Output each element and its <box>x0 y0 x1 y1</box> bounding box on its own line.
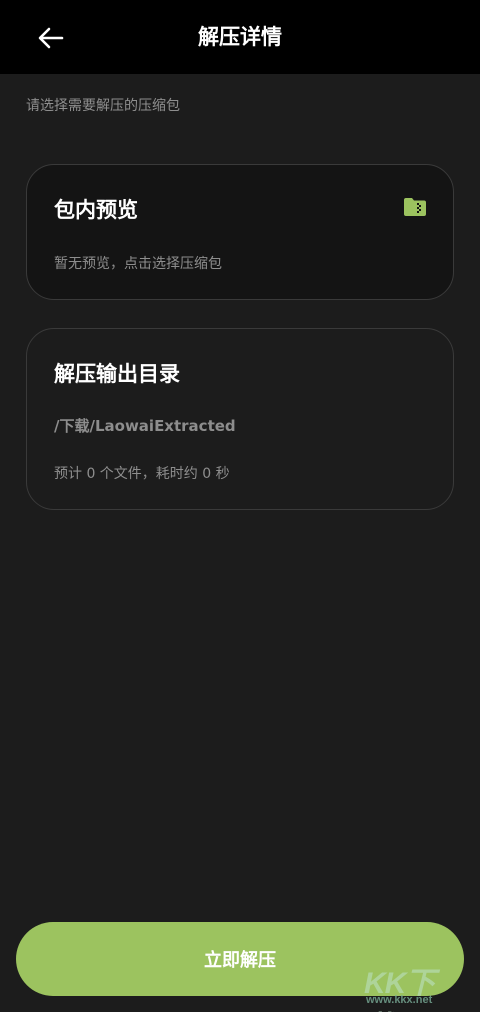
preview-empty-text: 暂无预览，点击选择压缩包 <box>54 256 222 272</box>
output-directory-path[interactable]: /下载/LaowaiExtracted <box>54 415 236 436</box>
arrow-left-icon <box>38 27 64 49</box>
extract-details-screen: 解压详情 请选择需要解压的压缩包 包内预览 暂无预览，点击选择压缩包 解压输出目… <box>0 0 480 1012</box>
extraction-estimate: 预计 0 个文件，耗时约 0 秒 <box>54 466 230 482</box>
back-button[interactable] <box>30 17 72 59</box>
output-directory-card: 解压输出目录 /下载/LaowaiExtracted 预计 0 个文件，耗时约 … <box>26 328 454 510</box>
site-watermark-logo: KK下载 www.kkx.net <box>362 958 462 1012</box>
archive-preview-card[interactable]: 包内预览 暂无预览，点击选择压缩包 <box>26 164 454 300</box>
preview-card-title: 包内预览 <box>54 198 138 222</box>
app-bar: 解压详情 <box>0 0 480 74</box>
output-card-title: 解压输出目录 <box>54 362 180 386</box>
watermark-url: www.kkx.net <box>366 994 433 1006</box>
select-archive-hint: 请选择需要解压的压缩包 <box>26 98 180 114</box>
page-title: 解压详情 <box>198 25 282 49</box>
zip-folder-icon[interactable] <box>403 197 427 217</box>
